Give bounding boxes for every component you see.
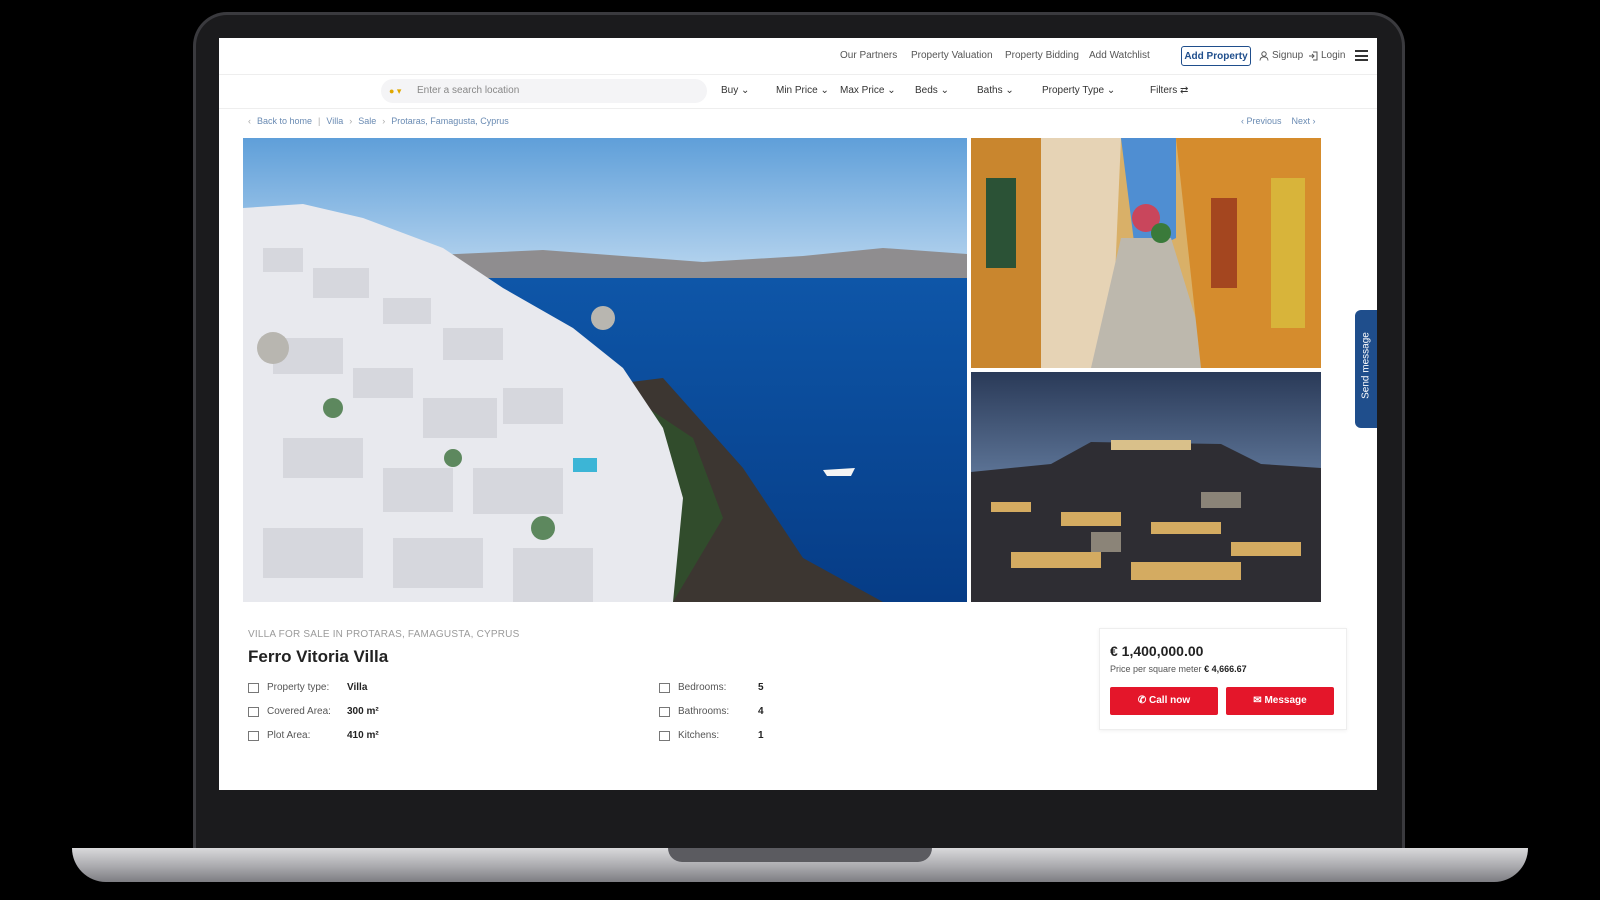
breadcrumb-sale[interactable]: Sale (358, 116, 376, 126)
spec-property-type: Property type: Villa (248, 682, 367, 693)
breadcrumb-separator: › (382, 116, 386, 126)
main-photo[interactable] (243, 138, 967, 602)
breadcrumb: ‹ Back to home | Villa › Sale › Protaras… (248, 116, 509, 126)
search-row: ● ▾ Enter a search location Buy ⌄ Min Pr… (219, 76, 1377, 109)
user-icon (1259, 50, 1269, 61)
send-message-label: Send message (1360, 332, 1372, 399)
chevron-left-icon: ‹ (248, 116, 251, 126)
bed-icon (659, 682, 670, 693)
spec-kitchens: Kitchens: 1 (659, 730, 764, 741)
search-input[interactable]: ● ▾ Enter a search location (381, 79, 707, 103)
breadcrumb-back-home[interactable]: Back to home (257, 116, 312, 126)
spec-covered-area: Covered Area: 300 m² (248, 706, 379, 717)
filter-property-type[interactable]: Property Type ⌄ (1042, 85, 1115, 96)
spec-plot-area: Plot Area: 410 m² (248, 730, 379, 741)
hamburger-menu-icon[interactable] (1355, 50, 1368, 61)
envelope-icon: ✉ (1253, 695, 1262, 706)
filter-min-price[interactable]: Min Price ⌄ (776, 85, 829, 96)
nav-link-property-bidding[interactable]: Property Bidding (1005, 50, 1079, 61)
building-icon (248, 682, 259, 693)
message-button[interactable]: ✉ Message (1226, 687, 1334, 715)
signup-label: Signup (1272, 50, 1304, 61)
area-icon (248, 706, 259, 717)
gallery-photo-acropolis[interactable] (971, 372, 1321, 602)
kitchen-icon (659, 730, 670, 741)
login-link[interactable]: Login (1308, 50, 1345, 61)
login-label: Login (1321, 50, 1346, 61)
breadcrumb-separator: › (349, 116, 353, 126)
signup-link[interactable]: Signup (1259, 50, 1303, 61)
next-link[interactable]: Next › (1292, 116, 1316, 126)
spec-bathrooms: Bathrooms: 4 (659, 706, 764, 717)
price-per-sqm: Price per square meter € 4,666.67 (1110, 664, 1247, 674)
laptop-notch (668, 848, 932, 862)
breadcrumb-location[interactable]: Protaras, Famagusta, Cyprus (391, 116, 509, 126)
location-pin-icon: ● ▾ (389, 86, 402, 96)
nav-link-add-watchlist[interactable]: Add Watchlist (1089, 50, 1150, 61)
nav-link-our-partners[interactable]: Our Partners (840, 50, 897, 61)
add-property-button[interactable]: Add Property (1181, 46, 1251, 66)
listing-title: Ferro Vitoria Villa (248, 647, 389, 666)
bath-icon (659, 706, 670, 717)
browser-screen: Our Partners Property Valuation Property… (219, 38, 1377, 790)
price-card: € 1,400,000.00 Price per square meter € … (1099, 628, 1347, 730)
gallery-photo-alley[interactable] (971, 138, 1321, 368)
filter-buy[interactable]: Buy ⌄ (721, 85, 749, 96)
call-now-button[interactable]: ✆ Call now (1110, 687, 1218, 715)
login-icon (1309, 51, 1318, 60)
previous-link[interactable]: ‹ Previous (1241, 116, 1282, 126)
filter-baths[interactable]: Baths ⌄ (977, 85, 1014, 96)
send-message-tab[interactable]: Send message (1355, 310, 1377, 428)
spec-bedrooms: Bedrooms: 5 (659, 682, 764, 693)
filter-more-filters[interactable]: Filters ⇄ (1150, 85, 1188, 96)
top-nav: Our Partners Property Valuation Property… (219, 38, 1377, 75)
nav-link-property-valuation[interactable]: Property Valuation (911, 50, 993, 61)
filter-max-price[interactable]: Max Price ⌄ (840, 85, 896, 96)
phone-icon: ✆ (1137, 695, 1147, 706)
listing-subtitle: VILLA FOR SALE IN PROTARAS, FAMAGUSTA, C… (248, 629, 520, 640)
filter-beds[interactable]: Beds ⌄ (915, 85, 949, 96)
search-placeholder: Enter a search location (417, 85, 520, 96)
plot-icon (248, 730, 259, 741)
breadcrumb-separator: | (318, 116, 321, 126)
breadcrumb-villa[interactable]: Villa (326, 116, 343, 126)
listing-pager: ‹ Previous Next › (1241, 116, 1316, 126)
listing-price: € 1,400,000.00 (1110, 643, 1204, 659)
